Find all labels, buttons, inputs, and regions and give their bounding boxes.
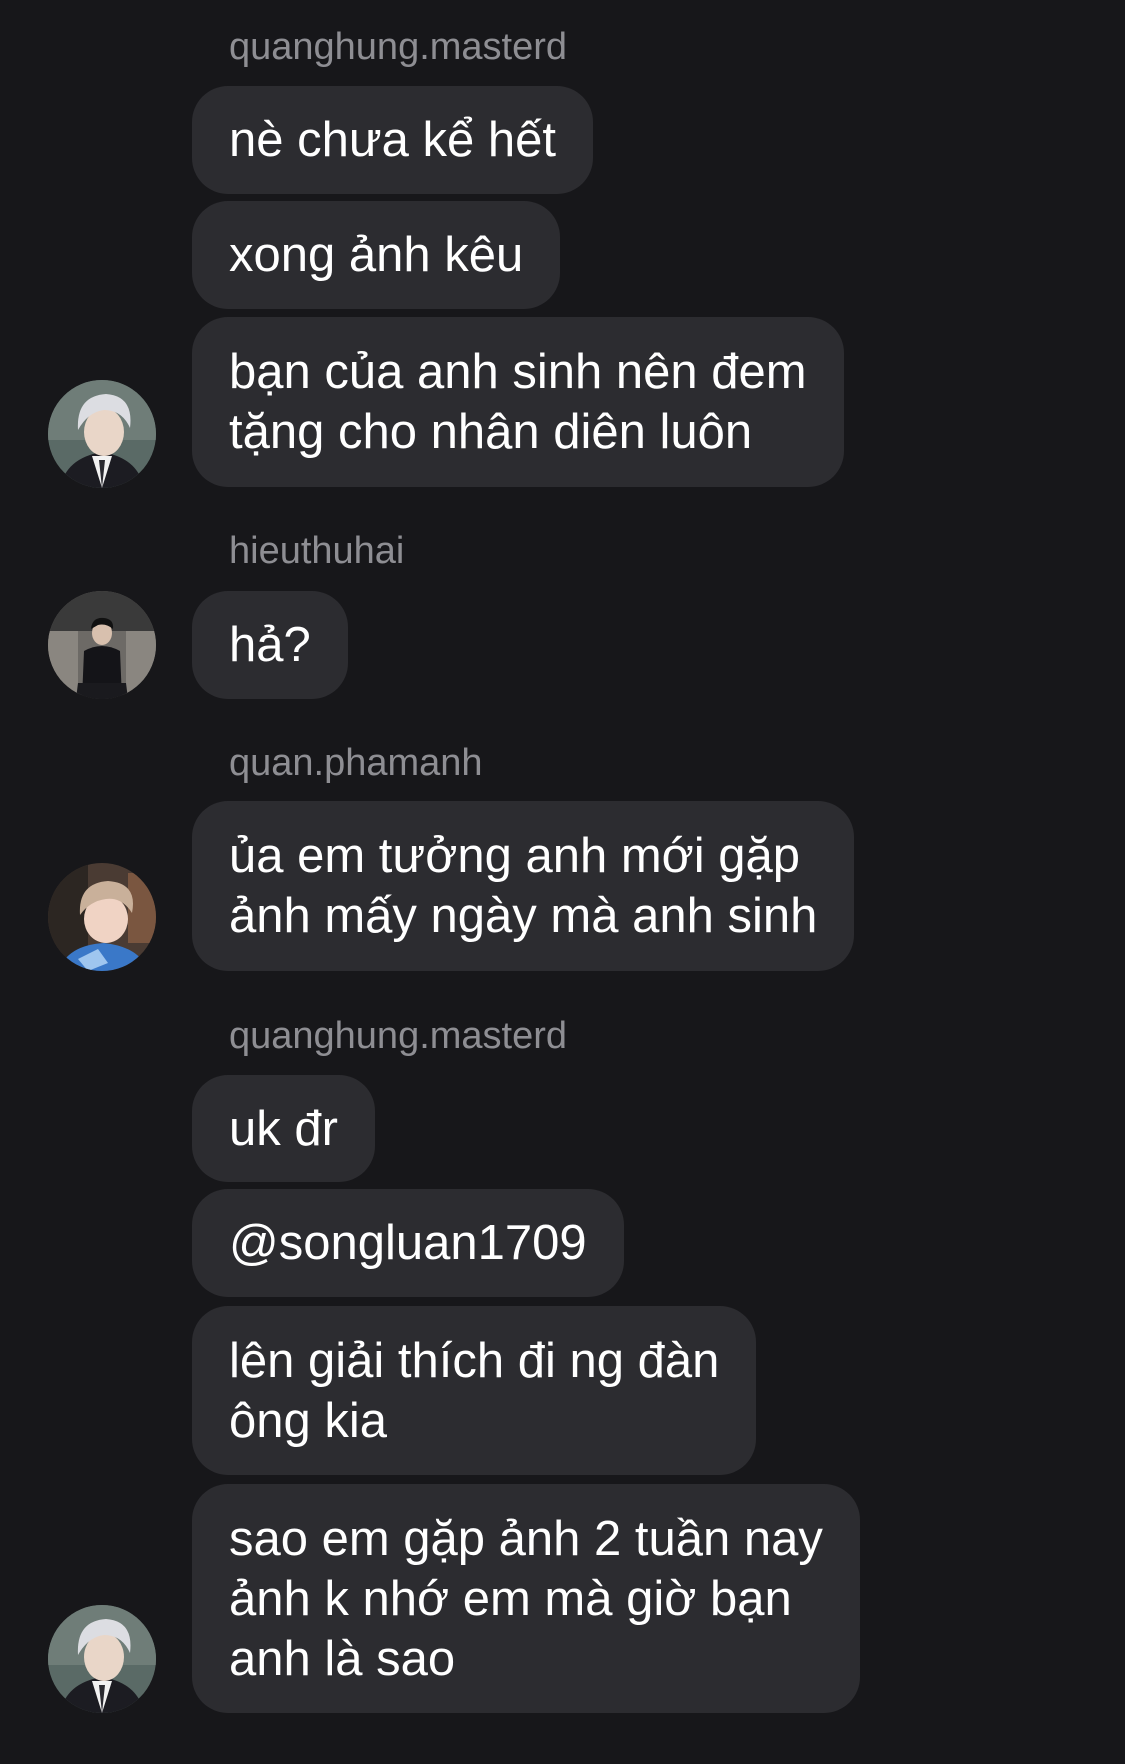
sender-avatar[interactable] — [48, 1605, 156, 1713]
avatar-silver-hair-image — [48, 380, 156, 488]
message-bubble[interactable]: hả? — [192, 591, 348, 699]
sender-username[interactable]: quanghung.masterd — [229, 24, 567, 70]
sender-username[interactable]: quanghung.masterd — [229, 1013, 567, 1059]
sender-username[interactable]: quan.phamanh — [229, 740, 483, 786]
message-bubble[interactable]: nè chưa kể hết — [192, 86, 594, 194]
message-bubble[interactable]: sao em gặp ảnh 2 tuần nay ảnh k nhớ em m… — [192, 1484, 860, 1713]
avatar-selfie-image — [48, 863, 156, 971]
message-bubble[interactable]: bạn của anh sinh nên đem tặng cho nhân d… — [192, 317, 844, 487]
sender-avatar[interactable] — [48, 380, 156, 488]
chat-thread: quanghung.masterd nè chưa kể hết xong ản… — [0, 0, 1125, 1764]
message-bubble[interactable]: @songluan1709 — [192, 1189, 624, 1297]
message-bubble[interactable]: xong ảnh kêu — [192, 201, 561, 309]
sender-avatar[interactable] — [48, 591, 156, 699]
sender-username[interactable]: hieuthuhai — [229, 528, 404, 574]
message-bubble[interactable]: lên giải thích đi ng đàn ông kia — [192, 1306, 757, 1475]
message-bubble[interactable]: uk đr — [192, 1075, 375, 1182]
avatar-silver-hair-image — [48, 1605, 156, 1713]
message-bubble[interactable]: ủa em tưởng anh mới gặp ảnh mấy ngày mà … — [192, 801, 855, 971]
avatar-sitting-suit-image — [48, 591, 156, 699]
sender-avatar[interactable] — [48, 863, 156, 971]
